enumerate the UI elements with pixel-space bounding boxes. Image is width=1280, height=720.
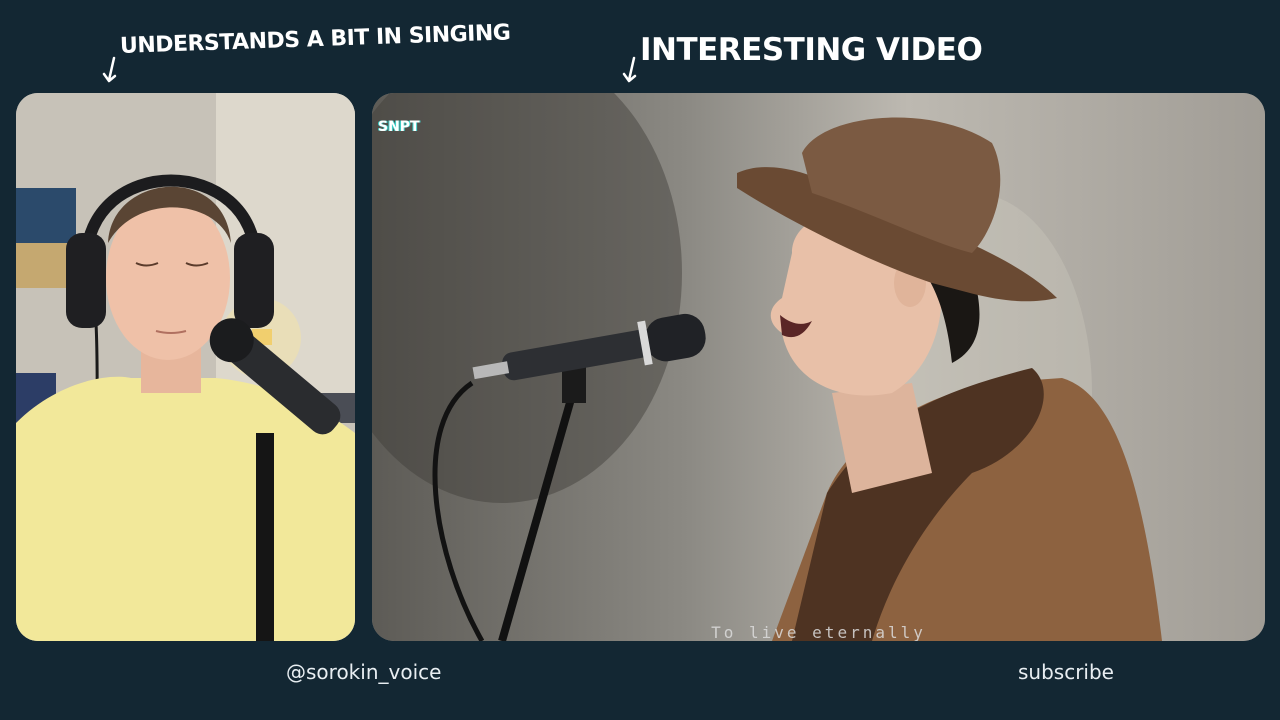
video-subtitle: To live eternally (711, 623, 926, 641)
webcam-panel (16, 93, 355, 641)
caption-right: INTERESTING VIDEO (640, 32, 983, 68)
arrow-down-icon (622, 56, 637, 83)
video-watermark: SNPT (378, 119, 420, 135)
channel-handle: @sorokin_voice (286, 660, 442, 684)
video-frame (372, 93, 1265, 641)
arrow-down-icon (102, 56, 117, 83)
subscribe-text: subscribe (1018, 660, 1114, 684)
caption-left: UNDERSTANDS A BIT IN SINGING (119, 20, 511, 59)
webcam-scene (16, 93, 355, 641)
video-panel[interactable]: SNPT To live eternally (372, 93, 1265, 641)
